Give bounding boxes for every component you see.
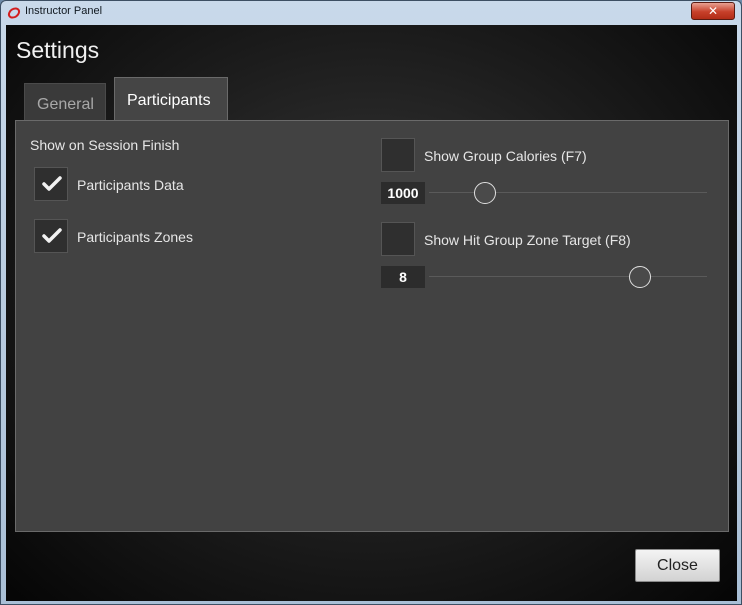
window-close-button[interactable]: ✕ — [691, 2, 735, 20]
participants-data-label: Participants Data — [77, 177, 184, 193]
tab-participants-label: Participants — [127, 92, 211, 109]
window-title: Instructor Panel — [25, 5, 103, 17]
close-button[interactable]: Close — [635, 549, 720, 582]
hit-zone-target-value: 8 — [381, 266, 425, 288]
section-label: Show on Session Finish — [30, 137, 180, 153]
checkmark-icon — [42, 228, 62, 243]
title-bar[interactable]: Instructor Panel ✕ — [1, 1, 741, 25]
hit-zone-target-slider-thumb[interactable] — [629, 266, 652, 288]
group-calories-label: Show Group Calories (F7) — [424, 148, 587, 164]
app-logo-icon — [7, 5, 21, 19]
participants-zones-label: Participants Zones — [77, 229, 193, 245]
tab-participants[interactable]: Participants — [114, 77, 228, 121]
group-calories-checkbox[interactable] — [381, 138, 415, 172]
tab-general-label: General — [37, 96, 94, 113]
group-calories-value: 1000 — [381, 182, 425, 204]
group-calories-slider-thumb[interactable] — [473, 182, 496, 204]
tab-general[interactable]: General — [24, 83, 106, 121]
hit-zone-target-slider-track[interactable] — [429, 276, 707, 277]
participants-zones-checkbox[interactable] — [34, 219, 68, 253]
group-calories-slider-track[interactable] — [429, 192, 707, 193]
participants-panel: Show on Session Finish Participants Data… — [15, 120, 729, 532]
window: Instructor Panel ✕ Settings General Part… — [0, 0, 742, 605]
participants-data-checkbox[interactable] — [34, 167, 68, 201]
close-icon: ✕ — [707, 4, 719, 18]
page-title: Settings — [16, 37, 100, 63]
hit-zone-target-checkbox[interactable] — [381, 222, 415, 256]
hit-zone-target-label: Show Hit Group Zone Target (F8) — [424, 232, 631, 248]
close-button-label: Close — [657, 557, 698, 574]
client-area: Settings General Participants Show on Se… — [6, 25, 737, 601]
checkmark-icon — [42, 176, 62, 191]
